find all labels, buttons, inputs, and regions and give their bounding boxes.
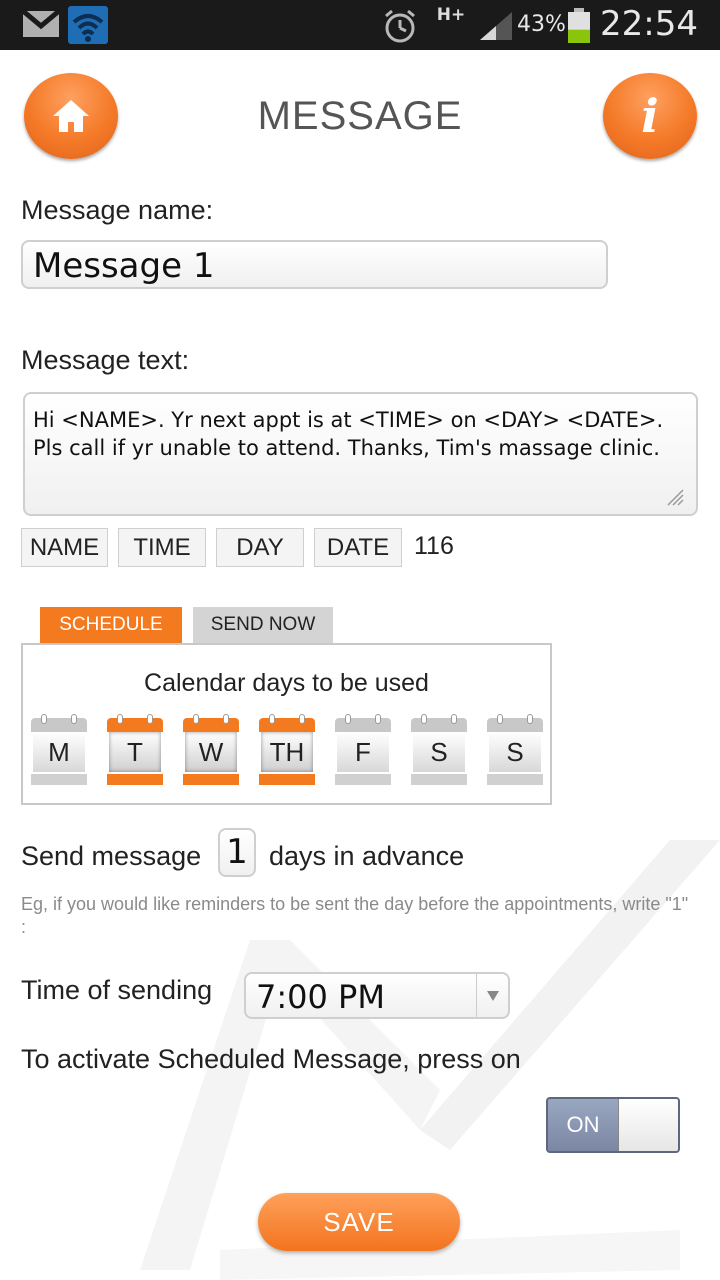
calendar-icon bbox=[259, 714, 315, 732]
signal-icon bbox=[480, 12, 512, 40]
calendar-icon bbox=[183, 714, 239, 732]
battery-percent: 43% bbox=[517, 12, 566, 37]
message-text-content: Hi <NAME>. Yr next appt is at <TIME> on … bbox=[33, 408, 664, 460]
resize-grip-icon[interactable] bbox=[666, 488, 684, 506]
day-toggle-friday[interactable]: F bbox=[335, 714, 391, 786]
calendar-icon bbox=[487, 714, 543, 732]
days-in-advance-input[interactable]: 1 bbox=[218, 828, 256, 877]
message-name-label: Message name: bbox=[21, 195, 214, 225]
day-toggle-saturday[interactable]: S bbox=[411, 714, 467, 786]
day-label: W bbox=[185, 732, 237, 772]
day-label: M bbox=[33, 732, 85, 772]
calendar-icon bbox=[107, 714, 163, 732]
insert-time-button[interactable]: TIME bbox=[118, 528, 206, 567]
home-button[interactable] bbox=[24, 73, 118, 159]
schedule-panel: Calendar days to be used M T W TH F S S bbox=[21, 643, 552, 805]
calendar-icon bbox=[335, 714, 391, 732]
day-toggle-tuesday[interactable]: T bbox=[107, 714, 163, 786]
time-value: 7:00 PM bbox=[256, 978, 385, 1016]
day-label: S bbox=[489, 732, 541, 772]
tab-send-now[interactable]: SEND NOW bbox=[193, 607, 333, 643]
day-toggle-sunday[interactable]: S bbox=[487, 714, 543, 786]
message-text-area[interactable]: Hi <NAME>. Yr next appt is at <TIME> on … bbox=[23, 392, 698, 516]
alarm-icon bbox=[385, 9, 415, 43]
toggle-knob bbox=[618, 1099, 678, 1151]
calendar-days-title: Calendar days to be used bbox=[144, 669, 429, 697]
time-of-sending-select[interactable]: 7:00 PM bbox=[244, 972, 510, 1019]
gmail-icon bbox=[22, 10, 60, 37]
calendar-icon bbox=[31, 714, 87, 732]
insert-day-button[interactable]: DAY bbox=[216, 528, 304, 567]
network-type: H+ bbox=[436, 5, 466, 25]
time-of-sending-label: Time of sending bbox=[21, 975, 213, 1005]
page-title: MESSAGE bbox=[257, 94, 463, 138]
calendar-icon bbox=[411, 714, 467, 732]
message-name-input[interactable]: Message 1 bbox=[21, 240, 608, 289]
battery-icon bbox=[568, 8, 590, 43]
activate-toggle[interactable]: ON bbox=[546, 1097, 680, 1153]
character-count: 116 bbox=[414, 532, 454, 560]
tab-schedule[interactable]: SCHEDULE bbox=[40, 607, 182, 643]
send-message-label: Send message bbox=[21, 841, 202, 871]
advance-hint: Eg, if you would like reminders to be se… bbox=[21, 894, 689, 937]
day-toggle-thursday[interactable]: TH bbox=[259, 714, 315, 786]
day-toggle-monday[interactable]: M bbox=[31, 714, 87, 786]
home-icon bbox=[53, 100, 89, 132]
save-button[interactable]: SAVE bbox=[258, 1193, 460, 1251]
info-icon: i bbox=[641, 89, 659, 143]
day-toggle-wednesday[interactable]: W bbox=[183, 714, 239, 786]
message-text-label: Message text: bbox=[21, 345, 190, 375]
status-bar: H+ 43% 22:54 bbox=[0, 0, 720, 50]
day-label: F bbox=[337, 732, 389, 772]
info-button[interactable]: i bbox=[603, 73, 697, 159]
days-in-advance-label: days in advance bbox=[269, 841, 465, 871]
day-label: TH bbox=[261, 732, 313, 772]
insert-date-button[interactable]: DATE bbox=[314, 528, 402, 567]
day-label: S bbox=[413, 732, 465, 772]
insert-name-button[interactable]: NAME bbox=[21, 528, 108, 567]
activate-label: To activate Scheduled Message, press on bbox=[21, 1044, 521, 1074]
day-label: T bbox=[109, 732, 161, 772]
clock: 22:54 bbox=[600, 4, 698, 44]
dropdown-arrow-icon bbox=[476, 974, 508, 1017]
toggle-on-label: ON bbox=[566, 1112, 600, 1137]
wifi-icon bbox=[68, 6, 108, 44]
